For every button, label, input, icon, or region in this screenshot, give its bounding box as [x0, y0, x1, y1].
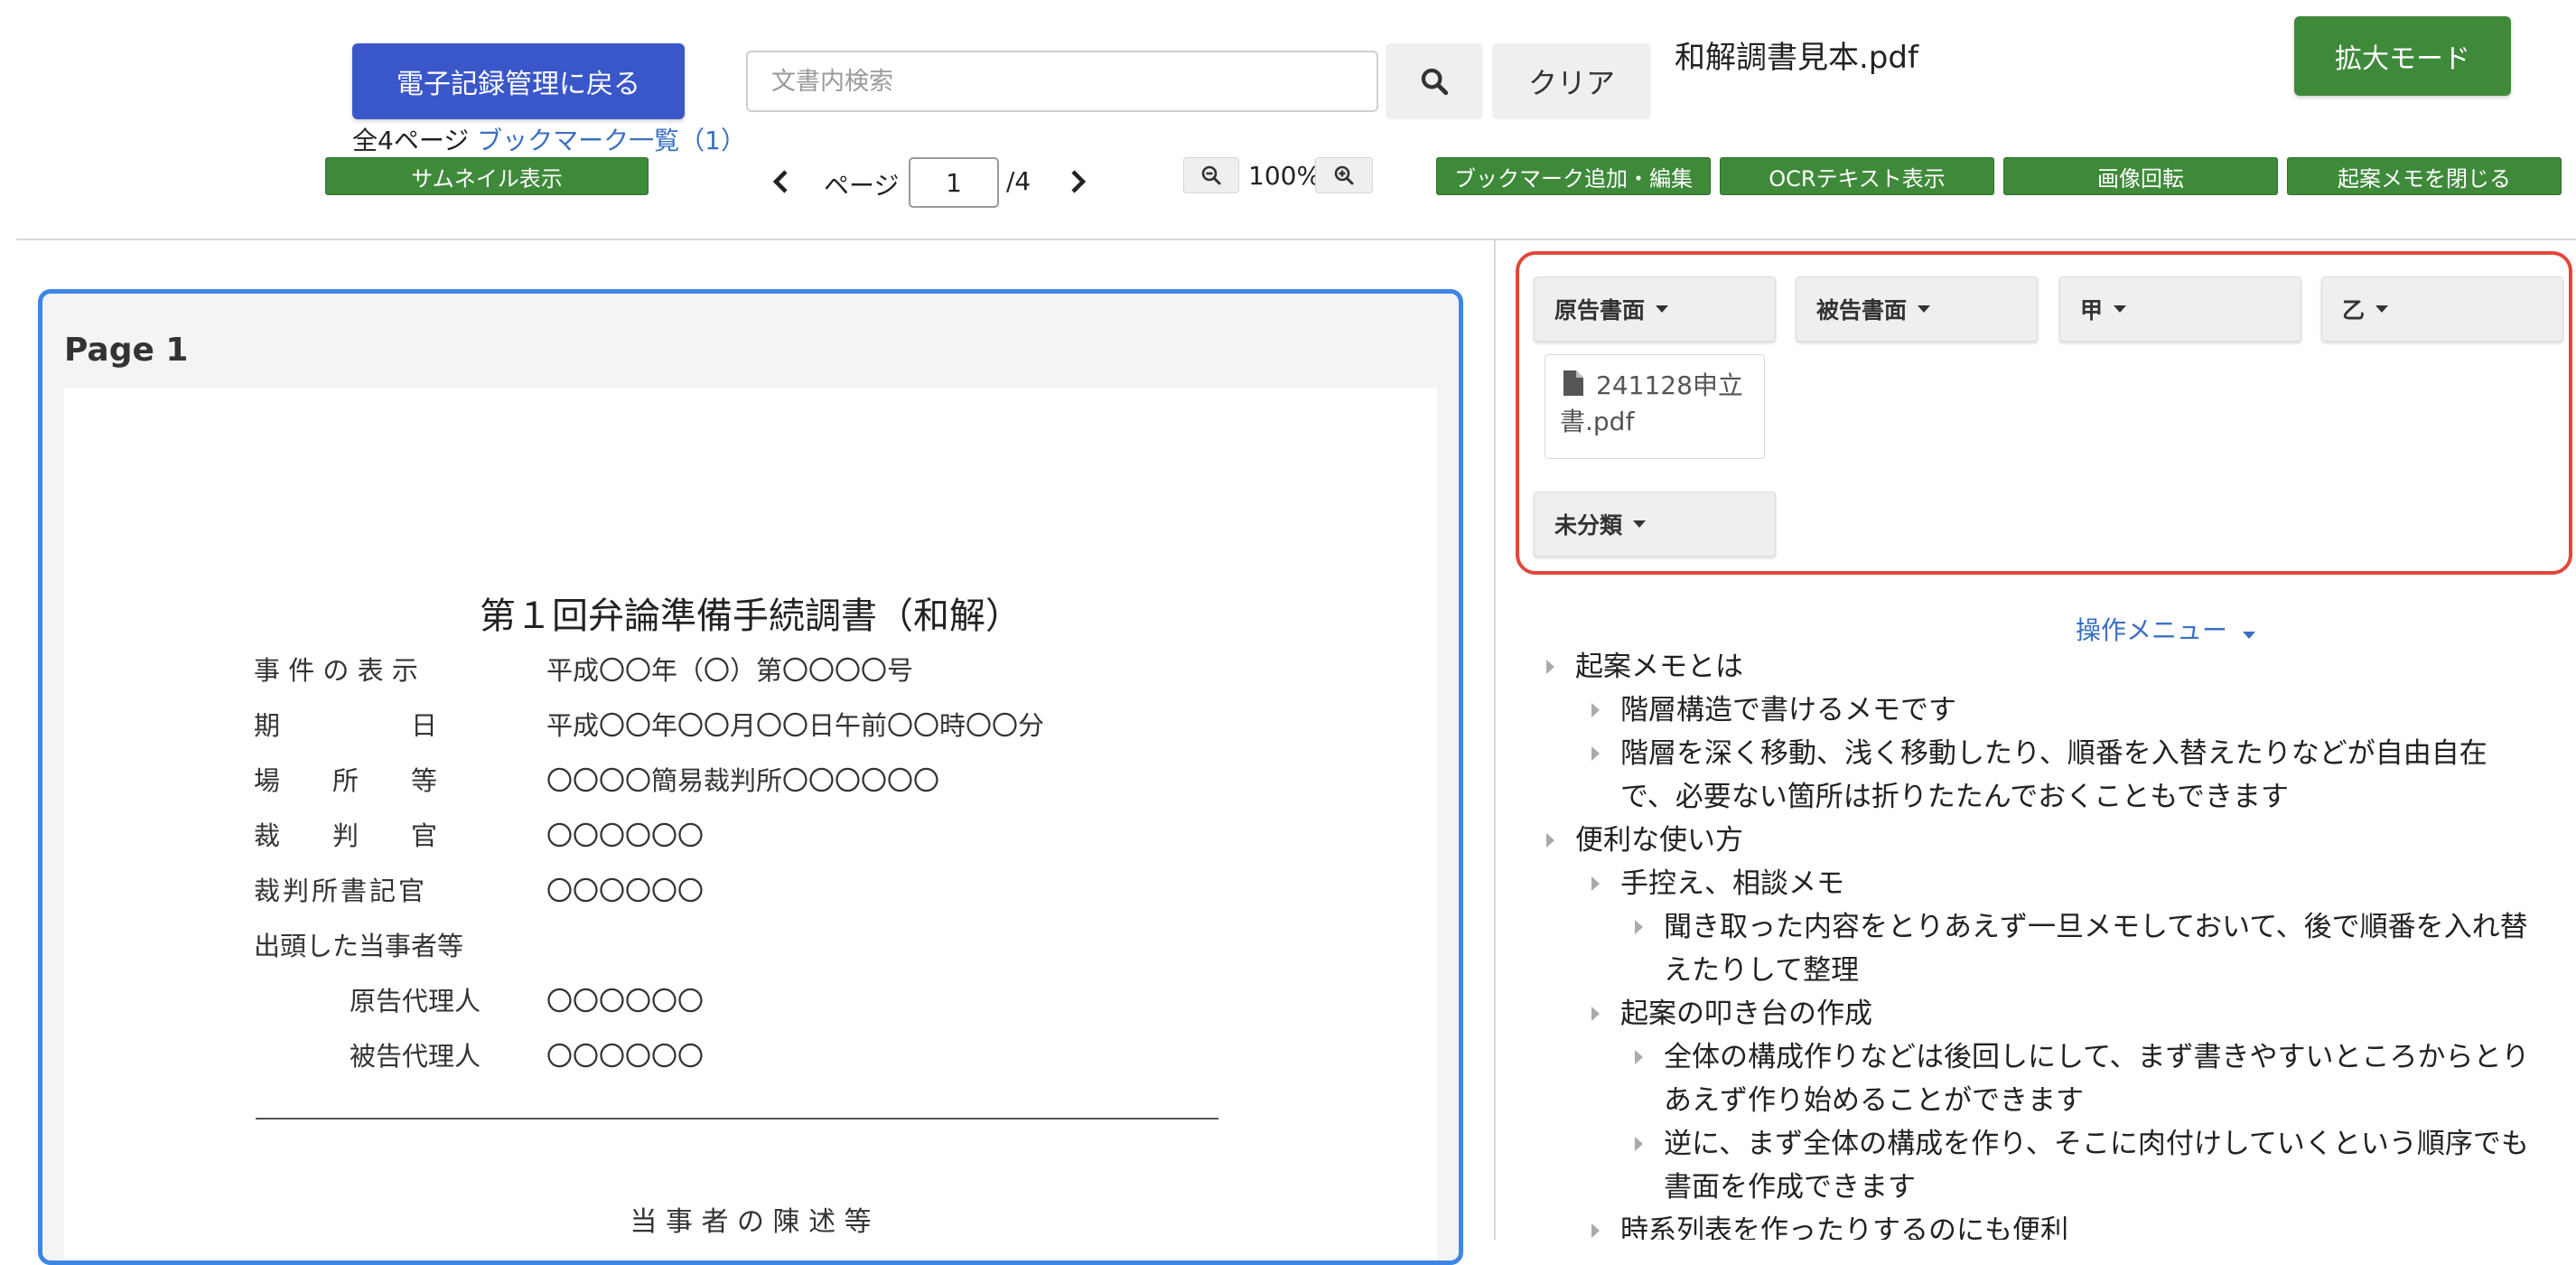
doc-row-label: 裁 判 官 — [254, 820, 438, 851]
memo-node[interactable]: 階層構造で書けるメモです — [1620, 689, 1956, 732]
doc-row-label: 事 件 の 表 示 — [254, 655, 418, 686]
memo-node-continuation: えたりして整理 — [1664, 954, 1860, 987]
tree-toggle-icon[interactable] — [1591, 876, 1600, 891]
dropdown-label: 甲 — [2080, 297, 2104, 323]
next-page-button[interactable] — [1066, 168, 1089, 195]
memo-node[interactable]: 起案メモとは — [1575, 645, 1743, 689]
doc-section-heading: 当 事 者 の 陳 述 等 — [630, 1206, 872, 1238]
doc-row-value: 〇〇〇〇〇〇 — [546, 986, 705, 1017]
doc-row-value: 〇〇〇〇簡易裁判所〇〇〇〇〇〇 — [546, 765, 940, 796]
page-viewer[interactable]: Page 1 第１回弁論準備手続調書（和解） 事 件 の 表 示 平成〇〇年（〇… — [38, 289, 1463, 1265]
page-label: ページ — [824, 171, 900, 201]
unclassified-documents-dropdown[interactable]: 未分類 — [1534, 492, 1776, 557]
memo-node-continuation: 書面を作成できます — [1664, 1171, 1916, 1204]
zoom-in-button[interactable] — [1315, 157, 1373, 193]
caret-down-icon — [1656, 305, 1669, 313]
zoom-out-icon — [1201, 165, 1221, 185]
doc-row-value: 〇〇〇〇〇〇 — [546, 1041, 705, 1072]
memo-node[interactable]: 手控え、相談メモ — [1620, 862, 1844, 905]
memo-node[interactable]: 起案の叩き台の作成 — [1620, 992, 1872, 1035]
bookmark-list-link[interactable]: ブックマーク一覧（1） — [477, 126, 746, 155]
dropdown-label: 乙 — [2342, 297, 2366, 323]
page-title: Page 1 — [64, 332, 189, 369]
doc-row-label: 場 所 等 — [254, 765, 438, 796]
caret-down-icon — [1633, 520, 1647, 528]
prev-page-button[interactable] — [770, 168, 793, 195]
memo-node[interactable]: 逆に、まず全体の構成を作り、そこに肉付けしていくという順序でも — [1664, 1122, 2529, 1166]
memo-node[interactable]: 時系列表を作ったりするのにも便利 — [1620, 1209, 2068, 1240]
document-search-input[interactable] — [746, 51, 1378, 112]
dropdown-label: 被告書面 — [1816, 297, 1908, 323]
thumbnail-toggle-button[interactable]: サムネイル表示 — [325, 157, 649, 195]
panel-divider — [1494, 240, 1496, 1240]
ocr-text-button[interactable]: OCRテキスト表示 — [1720, 157, 1994, 195]
dropdown-label: 未分類 — [1554, 512, 1623, 539]
zoom-out-button[interactable] — [1183, 157, 1239, 193]
search-button[interactable] — [1386, 43, 1483, 119]
document-filename: 和解調書見本.pdf — [1675, 40, 1918, 76]
caret-down-icon — [2375, 305, 2389, 313]
page-count-line: 全4ページ ブックマーク一覧（1） — [352, 121, 746, 157]
memo-node[interactable]: 全体の構成作りなどは後回しにして、まず書きやすいところからとり — [1664, 1035, 2530, 1079]
tree-toggle-icon[interactable] — [1546, 660, 1554, 674]
tree-toggle-icon[interactable] — [1591, 746, 1600, 761]
tree-toggle-icon[interactable] — [1591, 1223, 1600, 1238]
file-name: 241128申立書.pdf — [1560, 370, 1743, 436]
memo-tree: 起案メモとは 階層構造で書けるメモです 階層を深く移動、浅く移動したり、順番を入… — [1535, 645, 2574, 1240]
memo-node-continuation: で、必要ない箇所は折りたたんでおくこともできます — [1620, 781, 2289, 813]
page-number-input[interactable] — [909, 157, 999, 208]
tree-toggle-icon[interactable] — [1635, 1137, 1643, 1151]
rotate-image-button[interactable]: 画像回転 — [2003, 157, 2278, 195]
expand-mode-button[interactable]: 拡大モード — [2294, 16, 2511, 96]
memo-node-continuation: あえず作り始めることができます — [1664, 1084, 2084, 1117]
document-page: 第１回弁論準備手続調書（和解） 事 件 の 表 示 平成〇〇年（〇）第〇〇〇〇号… — [64, 388, 1437, 1260]
defendant-documents-dropdown[interactable]: 被告書面 — [1796, 276, 2038, 342]
bookmark-edit-button[interactable]: ブックマーク追加・編集 — [1436, 157, 1711, 195]
doc-row-label: 被告代理人 — [350, 1041, 481, 1072]
tree-toggle-icon[interactable] — [1546, 833, 1554, 848]
operation-menu-label: 操作メニュー — [2076, 615, 2228, 645]
doc-row-value: 平成〇〇年（〇）第〇〇〇〇号 — [546, 655, 914, 686]
page-total-indicator: /4 — [1006, 166, 1031, 196]
tree-toggle-icon[interactable] — [1635, 1050, 1643, 1064]
clear-button[interactable]: クリア — [1492, 43, 1651, 119]
caret-down-icon — [2242, 632, 2255, 639]
tree-toggle-icon[interactable] — [1635, 920, 1643, 934]
tree-toggle-icon[interactable] — [1591, 703, 1600, 717]
doc-row-label: 期 日 — [254, 710, 438, 741]
doc-rule — [256, 1118, 1218, 1120]
close-memo-button[interactable]: 起案メモを閉じる — [2287, 157, 2562, 195]
doc-row-value: 平成〇〇年〇〇月〇〇日午前〇〇時〇〇分 — [546, 710, 1045, 741]
memo-node[interactable]: 便利な使い方 — [1575, 819, 1743, 862]
dropdown-label: 原告書面 — [1554, 297, 1646, 323]
memo-node[interactable]: 階層を深く移動、浅く移動したり、順番を入替えたりなどが自由自在 — [1620, 732, 2487, 775]
ko-evidence-dropdown[interactable]: 甲 — [2059, 276, 2301, 342]
doc-row-value: 〇〇〇〇〇〇 — [546, 820, 705, 851]
operation-menu-dropdown[interactable]: 操作メニュー — [2076, 611, 2255, 647]
file-icon — [1563, 370, 1583, 396]
back-to-records-button[interactable]: 電子記録管理に戻る — [352, 43, 685, 119]
memo-node[interactable]: 聞き取った内容をとりあえず一旦メモしておいて、後で順番を入れ替 — [1664, 905, 2528, 949]
file-item[interactable]: 241128申立書.pdf — [1545, 354, 1765, 459]
doc-title: 第１回弁論準備手続調書（和解） — [480, 595, 1022, 637]
tree-toggle-icon[interactable] — [1591, 1007, 1600, 1021]
chevron-left-icon — [772, 170, 788, 193]
otsu-evidence-dropdown[interactable]: 乙 — [2321, 276, 2563, 342]
doc-row-label: 出頭した当事者等 — [254, 931, 464, 961]
doc-row-value: 〇〇〇〇〇〇 — [546, 876, 705, 906]
zoom-level: 100% — [1248, 161, 1321, 191]
plaintiff-documents-dropdown[interactable]: 原告書面 — [1534, 276, 1776, 342]
page-total-text: 全4ページ — [352, 126, 470, 155]
doc-row-label: 裁判所書記官 — [254, 876, 428, 906]
zoom-in-icon — [1334, 165, 1354, 185]
toolbar-divider — [16, 239, 2576, 240]
search-icon — [1421, 68, 1449, 96]
chevron-right-icon — [1071, 170, 1087, 193]
caret-down-icon — [1918, 305, 1931, 313]
caret-down-icon — [2114, 305, 2127, 313]
doc-row-label: 原告代理人 — [350, 986, 481, 1017]
